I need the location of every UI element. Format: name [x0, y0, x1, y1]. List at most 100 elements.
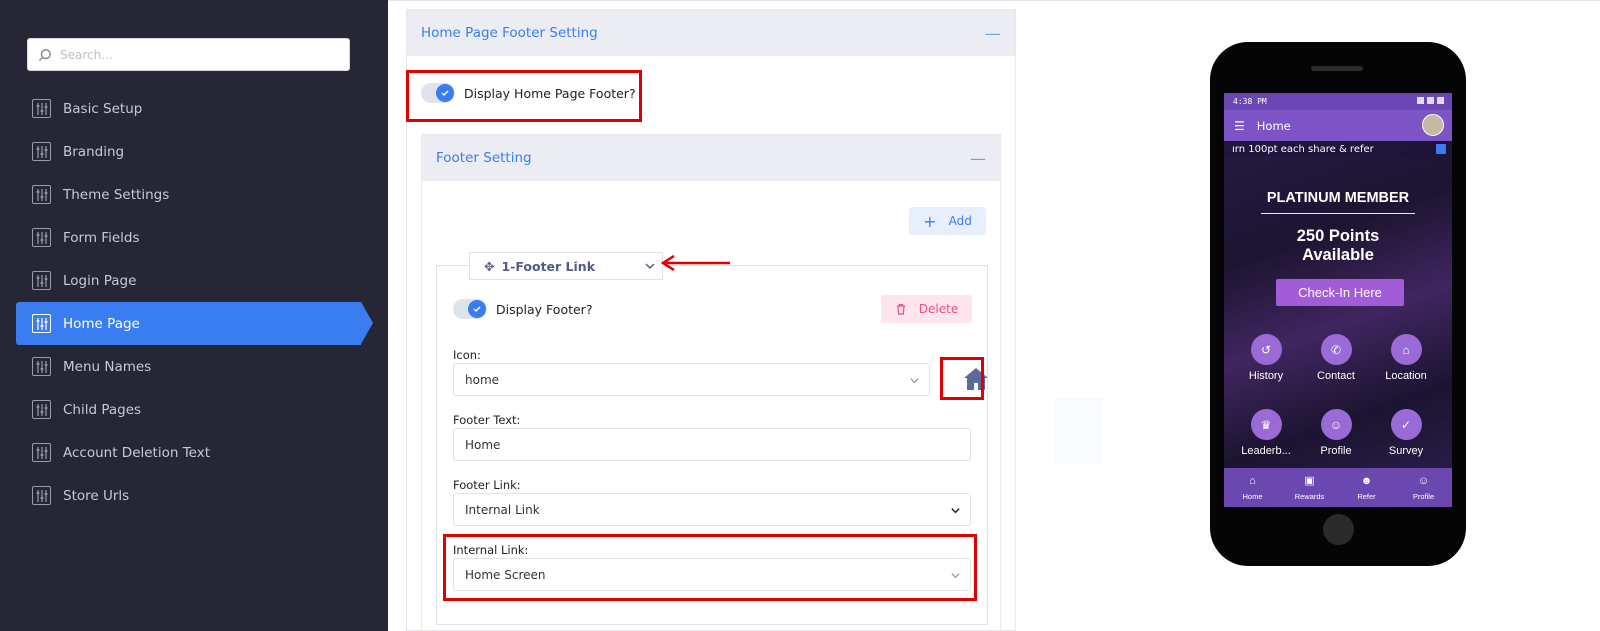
icon-label: Icon:	[453, 348, 481, 362]
icon-select-value: home	[465, 372, 500, 387]
tile-label: Location	[1385, 370, 1427, 382]
sidebar-item-branding[interactable]: Branding	[0, 130, 388, 173]
phone-bottom-nav: ⌂ Home ▣ Rewards ☻ Refer ☺ Profile	[1224, 468, 1452, 507]
sidebar-item-basic-setup[interactable]: Basic Setup	[0, 87, 388, 130]
sidebar-item-child-pages[interactable]: Child Pages	[0, 388, 388, 431]
sliders-icon	[32, 314, 51, 333]
sliders-icon	[32, 443, 51, 462]
red-arrow-icon	[660, 255, 730, 271]
search-icon	[38, 48, 51, 61]
tile-location[interactable]: ⌂ Location	[1376, 334, 1436, 382]
sidebar-item-label: Account Deletion Text	[63, 444, 211, 461]
bottom-nav-label: Refer	[1357, 491, 1376, 501]
sidebar-item-store-urls[interactable]: Store Urls	[0, 474, 388, 517]
delete-label: Delete	[918, 302, 959, 316]
check-icon	[468, 300, 486, 318]
history-icon: ↺	[1250, 334, 1282, 365]
plus-icon: +	[923, 211, 937, 231]
sliders-icon	[32, 486, 51, 505]
bottom-nav-rewards[interactable]: ▣ Rewards	[1282, 474, 1338, 501]
collapse-icon[interactable]: —	[985, 24, 1001, 43]
battery-icon	[1437, 97, 1444, 104]
footer-text-input[interactable]: Home	[453, 428, 971, 461]
tile-label: Leaderb...	[1241, 445, 1291, 457]
tile-survey[interactable]: ✓ Survey	[1376, 409, 1436, 457]
sidebar-item-theme-settings[interactable]: Theme Settings	[0, 173, 388, 216]
app-root: Basic Setup Branding Theme Settings Form…	[0, 0, 1600, 631]
bottom-nav-label: Rewards	[1294, 492, 1325, 501]
placeholder-box	[1055, 398, 1103, 464]
delete-button[interactable]: Delete	[881, 295, 972, 323]
member-title: PLATINUM MEMBER	[1266, 190, 1410, 206]
tile-label: Contact	[1317, 370, 1355, 382]
check-in-button[interactable]: Check-In Here	[1276, 279, 1404, 306]
tile-history[interactable]: ↺ History	[1236, 334, 1296, 382]
home-icon: ⌂	[1390, 334, 1422, 365]
sidebar-item-label: Form Fields	[63, 229, 140, 246]
sliders-icon	[32, 99, 51, 118]
phone-app-bar: ☰ Home	[1224, 110, 1452, 141]
phone-status-bar: 4:38 PM	[1224, 93, 1452, 110]
tile-label: History	[1248, 370, 1284, 382]
footer-link-tab[interactable]: ✥ 1-Footer Link	[469, 252, 663, 280]
display-footer-toggle[interactable]	[453, 299, 487, 319]
panel-header[interactable]: Home Page Footer Setting —	[407, 10, 1015, 56]
bottom-nav-home[interactable]: ⌂ Home	[1225, 475, 1281, 501]
phone-icon: ✆	[1320, 334, 1352, 365]
sidebar-item-label: Theme Settings	[63, 186, 170, 203]
tile-leaderboard[interactable]: ♛ Leaderb...	[1236, 409, 1296, 457]
chevron-down-icon	[910, 378, 919, 384]
points-line-1: 250 Points	[1296, 227, 1380, 245]
footer-link-select[interactable]: Internal Link	[453, 493, 971, 526]
footer-link-label: Footer Link:	[453, 478, 521, 492]
sidebar-item-menu-names[interactable]: Menu Names	[0, 345, 388, 388]
footer-text-value: Home	[465, 437, 501, 452]
tile-label: Survey	[1388, 445, 1424, 457]
sliders-icon	[32, 400, 51, 419]
tile-profile[interactable]: ☺ Profile	[1306, 409, 1366, 457]
points-line-2: Available	[1302, 246, 1374, 264]
chevron-down-icon	[645, 263, 655, 269]
sidebar-item-label: Branding	[63, 143, 125, 160]
bottom-nav-label: Profile	[1412, 491, 1435, 501]
display-footer-row: Display Footer?	[453, 299, 592, 319]
wifi-icon	[1427, 97, 1434, 104]
bottom-nav-label: Home	[1242, 491, 1263, 501]
sidebar-item-login-page[interactable]: Login Page	[0, 259, 388, 302]
tile-contact[interactable]: ✆ Contact	[1306, 334, 1366, 382]
highlight-icon-preview	[940, 357, 984, 400]
icon-select[interactable]: home	[453, 363, 930, 396]
add-button[interactable]: + Add	[909, 207, 986, 235]
panel-title: Home Page Footer Setting	[421, 25, 598, 41]
menu-icon[interactable]: ☰	[1234, 119, 1245, 133]
highlight-internal-link	[443, 534, 977, 601]
user-edit-icon: ☺	[1320, 409, 1352, 440]
sidebar-item-form-fields[interactable]: Form Fields	[0, 216, 388, 259]
sidebar: Basic Setup Branding Theme Settings Form…	[0, 0, 388, 631]
chevron-down-icon	[951, 508, 960, 514]
bottom-nav-profile[interactable]: ☺ Profile	[1396, 475, 1452, 501]
bottom-nav-refer[interactable]: ☻ Refer	[1339, 475, 1395, 501]
phone-home-button	[1323, 514, 1354, 545]
phone-app-title: Home	[1256, 118, 1291, 133]
users-icon: ☻	[1360, 474, 1373, 487]
user-edit-icon: ☺	[1417, 474, 1430, 487]
move-icon[interactable]: ✥	[484, 259, 494, 274]
share-icon[interactable]	[1436, 144, 1446, 154]
sliders-icon	[32, 357, 51, 376]
collapse-icon[interactable]: —	[970, 149, 986, 168]
sidebar-item-home-page[interactable]: Home Page	[16, 302, 373, 345]
avatar[interactable]	[1422, 114, 1444, 136]
check-icon: ✓	[1390, 409, 1422, 440]
sidebar-item-label: Basic Setup	[63, 100, 143, 117]
search-box[interactable]	[27, 38, 350, 71]
footer-setting-header[interactable]: Footer Setting —	[422, 135, 1000, 181]
tile-label: Profile	[1320, 445, 1352, 457]
add-label: Add	[948, 214, 972, 228]
search-input[interactable]	[60, 47, 320, 62]
display-footer-label: Display Footer?	[496, 301, 593, 317]
phone-screen: 4:38 PM ☰ Home ırn 100pt each share & re…	[1224, 93, 1452, 507]
sidebar-item-account-deletion-text[interactable]: Account Deletion Text	[0, 431, 388, 474]
top-divider	[388, 0, 1600, 1]
sidebar-item-label: Menu Names	[63, 358, 152, 375]
